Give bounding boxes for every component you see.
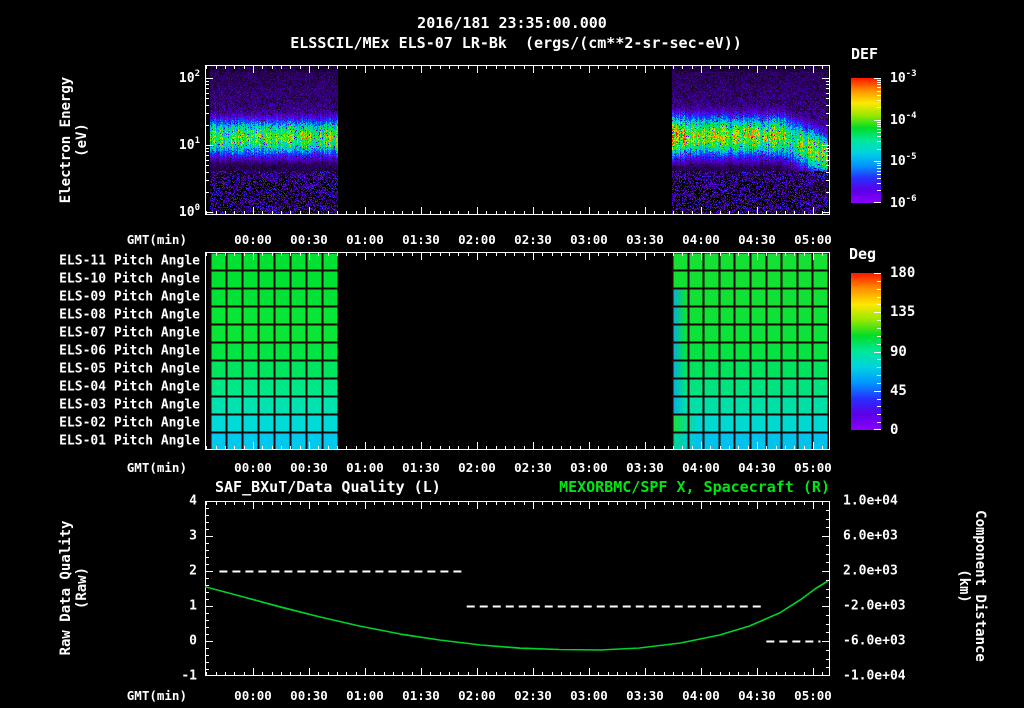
tick-label-quality: 4 <box>189 495 197 508</box>
tick-label-time: 01:30 <box>402 234 440 247</box>
tick-label-energy: 102 <box>179 71 200 85</box>
electron-energy-spectrogram <box>205 65 830 215</box>
tick-label-time: 01:30 <box>402 690 440 703</box>
def-colorbar-tick-label: 10-3 <box>890 71 917 85</box>
deg-colorbar <box>851 273 881 430</box>
axis-label-gmt: GMT(min) <box>127 462 187 475</box>
tick-label-time: 04:30 <box>738 690 776 703</box>
def-colorbar-title: DEF <box>851 45 878 63</box>
def-colorbar <box>851 78 881 203</box>
page-title-instrument: ELSSCIL/MEx ELS-07 LR-Bk (ergs/(cm**2-sr… <box>290 34 742 52</box>
axis-label-gmt: GMT(min) <box>127 690 187 703</box>
bottom-left-y-axis-label: Raw Data Quality (Raw) <box>58 521 90 656</box>
tick-label-time: 05:00 <box>794 690 832 703</box>
tick-label-distance: -6.0e+03 <box>843 635 906 648</box>
tick-label-distance: -2.0e+03 <box>843 600 906 613</box>
tick-label-time: 00:00 <box>234 462 272 475</box>
page-title-date: 2016/181 23:35:00.000 <box>417 14 607 32</box>
tick-label-time: 00:00 <box>234 234 272 247</box>
tick-label-quality: 1 <box>189 600 197 613</box>
tick-label-time: 03:30 <box>626 234 664 247</box>
tick-label-energy: 101 <box>179 138 200 152</box>
tick-label-time: 03:00 <box>570 690 608 703</box>
top-y-axis-label: Electron Energy (eV) <box>58 77 90 203</box>
tick-label-time: 04:00 <box>682 462 720 475</box>
bottom-title-left: SAF_BXuT/Data Quality (L) <box>215 478 441 496</box>
spectrogram-page: 2016/181 23:35:00.000 ELSSCIL/MEx ELS-07… <box>0 0 1024 708</box>
def-colorbar-tick-label: 10-6 <box>890 196 917 210</box>
deg-colorbar-tick-label: 45 <box>890 384 907 398</box>
tick-label-time: 01:00 <box>346 690 384 703</box>
tick-label-time: 02:00 <box>458 234 496 247</box>
tick-label-time: 05:00 <box>794 462 832 475</box>
tick-label-time: 04:30 <box>738 234 776 247</box>
tick-label-time: 00:30 <box>290 462 328 475</box>
tick-label-time: 02:30 <box>514 234 552 247</box>
tick-label-time: 02:00 <box>458 462 496 475</box>
tick-label-time: 03:30 <box>626 462 664 475</box>
tick-label-time: 00:30 <box>290 690 328 703</box>
tick-label-time: 01:00 <box>346 462 384 475</box>
deg-colorbar-tick-label: 135 <box>890 305 915 319</box>
tick-label-time: 03:00 <box>570 462 608 475</box>
pitch-row-label: ELS-05 Pitch Angle <box>59 363 200 376</box>
bottom-title-right: MEXORBMC/SPF X, Spacecraft (R) <box>559 478 830 496</box>
tick-label-distance: 1.0e+04 <box>843 495 898 508</box>
tick-label-quality: 0 <box>189 635 197 648</box>
tick-label-time: 01:30 <box>402 462 440 475</box>
pitch-row-label: ELS-09 Pitch Angle <box>59 291 200 304</box>
tick-label-time: 04:30 <box>738 462 776 475</box>
tick-label-time: 03:30 <box>626 690 664 703</box>
data-quality-distance-plot <box>205 501 830 676</box>
deg-colorbar-title: Deg <box>849 245 876 263</box>
tick-label-distance: 2.0e+03 <box>843 565 898 578</box>
pitch-row-label: ELS-11 Pitch Angle <box>59 255 200 268</box>
deg-colorbar-tick-label: 90 <box>890 345 907 359</box>
pitch-angle-panel <box>205 252 830 450</box>
tick-label-time: 02:30 <box>514 690 552 703</box>
tick-label-time: 04:00 <box>682 234 720 247</box>
def-colorbar-tick-label: 10-5 <box>890 154 917 168</box>
pitch-row-label: ELS-02 Pitch Angle <box>59 417 200 430</box>
tick-label-quality: -1 <box>181 670 197 683</box>
tick-label-energy: 100 <box>179 205 200 219</box>
tick-label-time: 00:30 <box>290 234 328 247</box>
tick-label-time: 00:00 <box>234 690 272 703</box>
pitch-row-label: ELS-10 Pitch Angle <box>59 273 200 286</box>
tick-label-quality: 2 <box>189 565 197 578</box>
tick-label-time: 05:00 <box>794 234 832 247</box>
axis-label-gmt: GMT(min) <box>127 234 187 247</box>
bottom-right-y-axis-label: Component Distance (km) <box>956 510 988 662</box>
pitch-row-label: ELS-08 Pitch Angle <box>59 309 200 322</box>
tick-label-time: 03:00 <box>570 234 608 247</box>
tick-label-quality: 3 <box>189 530 197 543</box>
pitch-row-label: ELS-04 Pitch Angle <box>59 381 200 394</box>
tick-label-time: 02:30 <box>514 462 552 475</box>
deg-colorbar-tick-label: 180 <box>890 266 915 280</box>
pitch-row-label: ELS-06 Pitch Angle <box>59 345 200 358</box>
tick-label-time: 01:00 <box>346 234 384 247</box>
tick-label-time: 02:00 <box>458 690 496 703</box>
tick-label-distance: -1.0e+04 <box>843 670 906 683</box>
tick-label-distance: 6.0e+03 <box>843 530 898 543</box>
pitch-row-label: ELS-01 Pitch Angle <box>59 435 200 448</box>
deg-colorbar-tick-label: 0 <box>890 423 898 437</box>
pitch-row-label: ELS-07 Pitch Angle <box>59 327 200 340</box>
tick-label-time: 04:00 <box>682 690 720 703</box>
pitch-row-label: ELS-03 Pitch Angle <box>59 399 200 412</box>
def-colorbar-tick-label: 10-4 <box>890 113 917 127</box>
